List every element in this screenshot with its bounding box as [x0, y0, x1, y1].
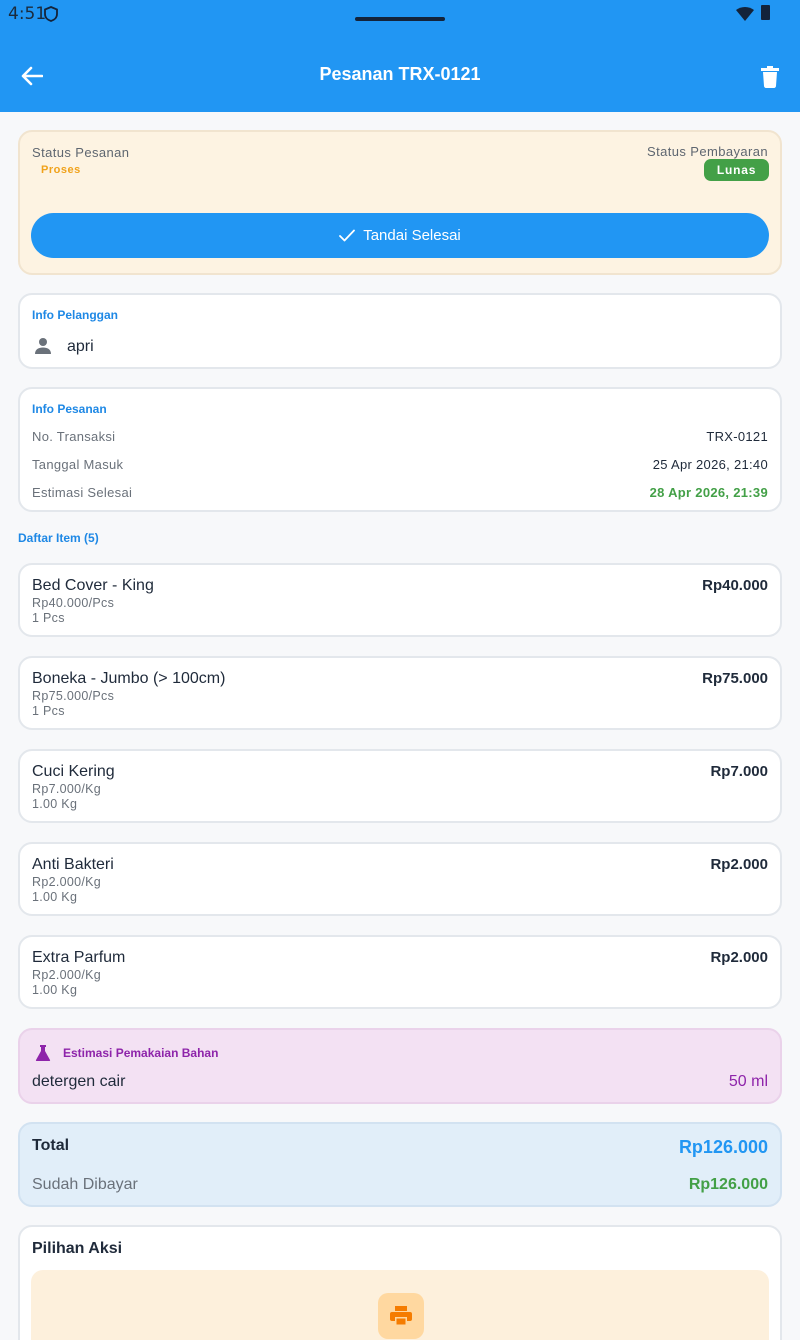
paid-value: Rp126.000 — [688, 1176, 768, 1193]
paid-label: Sudah Dibayar — [32, 1176, 138, 1193]
mark-complete-button[interactable]: Tandai Selesai — [31, 213, 769, 258]
item-price: Rp75.000 — [702, 670, 768, 687]
shield-icon — [44, 6, 58, 22]
actions-card: Pilihan Aksi — [18, 1225, 782, 1340]
customer-name: apri — [67, 338, 94, 355]
camera-notch — [355, 17, 445, 21]
flask-icon — [35, 1045, 51, 1061]
item-price: Rp40.000 — [702, 577, 768, 594]
order-info-card: Info Pesanan No. Transaksi TRX-0121 Tang… — [18, 387, 782, 512]
list-item[interactable]: Extra Parfum Rp2.000/Kg 1.00 Kg Rp2.000 — [18, 935, 782, 1009]
status-card: Status Pesanan Proses Status Pembayaran … — [18, 130, 782, 275]
item-unit-price: Rp2.000/Kg — [32, 968, 102, 982]
total-card: Total Rp126.000 Sudah Dibayar Rp126.000 — [18, 1122, 782, 1207]
material-name: detergen cair — [32, 1073, 126, 1090]
item-quantity: 1 Pcs — [32, 611, 65, 625]
item-name: Boneka - Jumbo (> 100cm) — [32, 670, 226, 687]
item-name: Anti Bakteri — [32, 856, 114, 873]
page-title: Pesanan TRX-0121 — [319, 64, 481, 84]
list-item[interactable]: Anti Bakteri Rp2.000/Kg 1.00 Kg Rp2.000 — [18, 842, 782, 916]
trash-icon — [761, 66, 779, 88]
transaction-number-row: No. Transaksi TRX-0121 — [32, 429, 768, 447]
date-in-label: Tanggal Masuk — [32, 457, 124, 472]
item-name: Extra Parfum — [32, 949, 126, 966]
order-status-label: Status Pesanan — [32, 145, 130, 160]
item-unit-price: Rp7.000/Kg — [32, 782, 102, 796]
person-icon — [35, 338, 51, 354]
estimated-finish-value: 28 Apr 2026, 21:39 — [649, 485, 768, 500]
date-in-value: 25 Apr 2026, 21:40 — [652, 457, 768, 472]
app-bar: 4:51 Pesanan TRX-0121 — [0, 0, 800, 112]
list-item[interactable]: Boneka - Jumbo (> 100cm) Rp75.000/Pcs 1 … — [18, 656, 782, 730]
actions-title: Pilihan Aksi — [32, 1240, 123, 1257]
estimated-finish-label: Estimasi Selesai — [32, 485, 133, 500]
order-section-title: Info Pesanan — [32, 402, 107, 416]
print-action-tile[interactable] — [31, 1270, 769, 1340]
material-estimate-card: Estimasi Pemakaian Bahan detergen cair 5… — [18, 1028, 782, 1104]
check-icon — [339, 229, 356, 242]
customer-section-title: Info Pelanggan — [32, 308, 119, 322]
item-price: Rp2.000 — [710, 856, 768, 873]
total-value: Rp126.000 — [678, 1137, 768, 1157]
item-quantity: 1.00 Kg — [32, 890, 78, 904]
wifi-icon — [736, 7, 754, 21]
list-item[interactable]: Bed Cover - King Rp40.000/Pcs 1 Pcs Rp40… — [18, 563, 782, 637]
delete-button[interactable] — [758, 64, 782, 90]
printer-icon — [390, 1306, 412, 1326]
material-estimate-title: Estimasi Pemakaian Bahan — [63, 1046, 219, 1060]
battery-icon — [761, 5, 770, 20]
status-bar: 4:51 — [0, 0, 800, 28]
item-quantity: 1.00 Kg — [32, 983, 78, 997]
item-name: Cuci Kering — [32, 763, 115, 780]
item-unit-price: Rp75.000/Pcs — [32, 689, 115, 703]
item-price: Rp7.000 — [710, 763, 768, 780]
item-list-title: Daftar Item (5) — [18, 531, 99, 545]
print-button[interactable] — [378, 1293, 424, 1339]
item-quantity: 1.00 Kg — [32, 797, 78, 811]
item-price: Rp2.000 — [710, 949, 768, 966]
mark-complete-label: Tandai Selesai — [363, 227, 461, 244]
item-unit-price: Rp40.000/Pcs — [32, 596, 115, 610]
payment-status-label: Status Pembayaran — [647, 144, 768, 159]
estimated-finish-row: Estimasi Selesai 28 Apr 2026, 21:39 — [32, 485, 768, 503]
item-quantity: 1 Pcs — [32, 704, 65, 718]
transaction-number-value: TRX-0121 — [706, 429, 768, 444]
payment-status-badge: Lunas — [704, 159, 769, 181]
customer-card: Info Pelanggan apri — [18, 293, 782, 369]
item-unit-price: Rp2.000/Kg — [32, 875, 102, 889]
list-item[interactable]: Cuci Kering Rp7.000/Kg 1.00 Kg Rp7.000 — [18, 749, 782, 823]
status-time: 4:51 — [8, 4, 47, 24]
transaction-number-label: No. Transaksi — [32, 429, 116, 444]
item-name: Bed Cover - King — [32, 577, 154, 594]
material-quantity: 50 ml — [728, 1073, 768, 1090]
order-status-value: Proses — [41, 164, 81, 176]
date-in-row: Tanggal Masuk 25 Apr 2026, 21:40 — [32, 457, 768, 475]
total-label: Total — [32, 1137, 70, 1154]
